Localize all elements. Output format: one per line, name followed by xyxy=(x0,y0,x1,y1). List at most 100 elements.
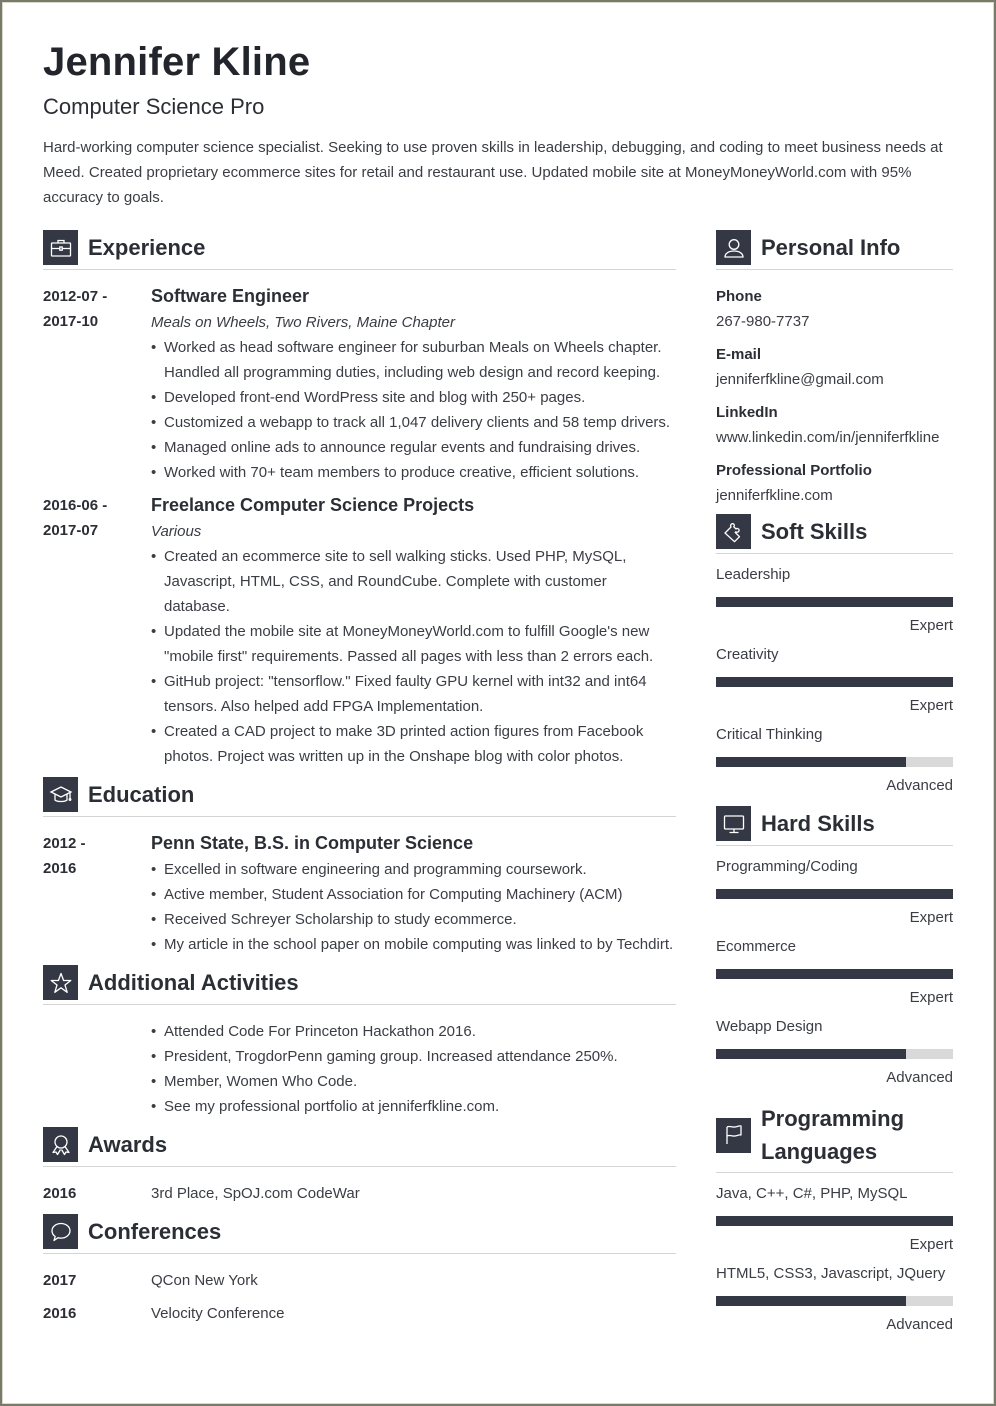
job-organization: Various xyxy=(151,523,202,540)
skill-bar xyxy=(716,969,953,979)
bullet-item: Member, Women Who Code. xyxy=(151,1069,676,1094)
date-start: 2012 - xyxy=(43,835,86,852)
flag-icon xyxy=(716,1117,751,1153)
info-label: LinkedIn xyxy=(716,404,778,421)
awards-header: Awards xyxy=(43,1127,676,1167)
puzzle-icon xyxy=(716,514,751,549)
experience-section: Experience 2012-07 - 2017-10 Software En… xyxy=(43,230,676,769)
info-label: E-mail xyxy=(716,346,762,363)
skill-item: Creativity Expert xyxy=(716,642,953,718)
skill-bar-fill xyxy=(716,969,953,979)
skill-bar xyxy=(716,1216,953,1226)
skill-level: Expert xyxy=(909,989,953,1006)
conference-name: QCon New York xyxy=(151,1272,258,1289)
personal-info-header: Personal Info xyxy=(716,230,953,270)
entry-body: Attended Code For Princeton Hackathon 20… xyxy=(151,1019,676,1119)
skill-bar-fill xyxy=(716,889,953,899)
conference-year: 2016 xyxy=(43,1305,77,1322)
date-end: 2017-07 xyxy=(43,522,99,539)
skill-name: HTML5, CSS3, Javascript, JQuery xyxy=(716,1265,946,1282)
personal-info-heading: Personal Info xyxy=(761,235,901,260)
conference-row: 2016 Velocity Conference xyxy=(43,1301,676,1326)
conferences-header: Conferences xyxy=(43,1214,676,1254)
soft-skills-section: Soft Skills Leadership Expert Creativity… xyxy=(716,514,953,798)
linkedin-value[interactable]: www.linkedin.com/in/jenniferfkline xyxy=(716,425,953,450)
email-value[interactable]: jenniferfkline@gmail.com xyxy=(716,367,953,392)
conferences-section: Conferences 2017 QCon New York 2016 Velo… xyxy=(43,1214,676,1326)
skill-name: Leadership xyxy=(716,566,791,583)
bullet-item: Created a CAD project to make 3D printed… xyxy=(151,719,676,769)
bullet-item: Developed front-end WordPress site and b… xyxy=(151,385,676,410)
education-heading: Education xyxy=(88,782,195,807)
skill-level: Expert xyxy=(909,1236,953,1253)
entry-body: Freelance Computer Science Projects Vari… xyxy=(151,493,676,769)
date-end: 2016 xyxy=(43,860,77,877)
monitor-icon xyxy=(716,806,751,841)
skill-item: HTML5, CSS3, Javascript, JQuery Advanced xyxy=(716,1261,953,1337)
skill-bar xyxy=(716,1049,953,1059)
activities-section: Additional Activities Attended Code For … xyxy=(43,965,676,1119)
awards-section: Awards 2016 3rd Place, SpOJ.com CodeWar xyxy=(43,1127,676,1206)
education-entry: 2012 - 2016 Penn State, B.S. in Computer… xyxy=(43,831,676,957)
bullet-item: Customized a webapp to track all 1,047 d… xyxy=(151,410,676,435)
job-bullets: Worked as head software engineer for sub… xyxy=(151,335,676,485)
phone-value[interactable]: 267-980-7737 xyxy=(716,309,953,334)
skill-bar-fill xyxy=(716,1216,953,1226)
activities-entry: Attended Code For Princeton Hackathon 20… xyxy=(43,1019,676,1119)
skill-bar xyxy=(716,1296,953,1306)
conference-year: 2017 xyxy=(43,1272,77,1289)
portfolio-value[interactable]: jenniferfkline.com xyxy=(716,483,953,508)
hard-skills-section: Hard Skills Programming/Coding Expert Ec… xyxy=(716,806,953,1090)
degree-title: Penn State, B.S. in Computer Science xyxy=(151,833,474,853)
skill-bar xyxy=(716,677,953,687)
heading-line: Languages xyxy=(761,1139,878,1164)
skill-item: Ecommerce Expert xyxy=(716,934,953,1010)
skill-bar-fill xyxy=(716,757,906,767)
programming-languages-header: Programming Languages xyxy=(716,1102,953,1173)
skill-bar-fill xyxy=(716,1296,906,1306)
bullet-item: Updated the mobile site at MoneyMoneyWor… xyxy=(151,619,676,669)
skill-bar xyxy=(716,889,953,899)
skill-level: Expert xyxy=(909,617,953,634)
main-column: Experience 2012-07 - 2017-10 Software En… xyxy=(43,230,676,1334)
bullet-item: Active member, Student Association for C… xyxy=(151,882,676,907)
info-label: Professional Portfolio xyxy=(716,462,872,479)
award-row: 2016 3rd Place, SpOJ.com CodeWar xyxy=(43,1181,676,1206)
bullet-item: Received Schreyer Scholarship to study e… xyxy=(151,907,676,932)
skill-item: Leadership Expert xyxy=(716,562,953,638)
bullet-item: See my professional portfolio at jennife… xyxy=(151,1094,676,1119)
soft-skills-header: Soft Skills xyxy=(716,514,953,554)
bullet-item: Worked as head software engineer for sub… xyxy=(151,335,676,385)
bullet-item: Managed online ads to announce regular e… xyxy=(151,435,676,460)
briefcase-icon xyxy=(43,230,78,265)
bullet-item: President, TrogdorPenn gaming group. Inc… xyxy=(151,1044,676,1069)
job-organization: Meals on Wheels, Two Rivers, Maine Chapt… xyxy=(151,314,455,331)
skill-bar-fill xyxy=(716,597,953,607)
hard-skills-heading: Hard Skills xyxy=(761,811,875,836)
date-start: 2012-07 - xyxy=(43,288,108,305)
candidate-name: Jennifer Kline xyxy=(43,40,311,84)
personal-info-section: Personal Info Phone 267-980-7737 E-mail … xyxy=(716,230,953,508)
skill-name: Critical Thinking xyxy=(716,726,823,743)
skill-item: Critical Thinking Advanced xyxy=(716,722,953,798)
heading-line: Programming xyxy=(761,1106,905,1131)
conference-name: Velocity Conference xyxy=(151,1305,285,1322)
info-label: Phone xyxy=(716,288,762,305)
skill-level: Advanced xyxy=(886,777,953,794)
skill-level: Advanced xyxy=(886,1069,953,1086)
date-start: 2016-06 - xyxy=(43,497,108,514)
soft-skills-heading: Soft Skills xyxy=(761,519,868,544)
skill-bar xyxy=(716,757,953,767)
experience-entry: 2012-07 - 2017-10 Software Engineer Meal… xyxy=(43,284,676,485)
skill-bar xyxy=(716,597,953,607)
info-email: E-mail jenniferfkline@gmail.com xyxy=(716,342,953,392)
hard-skills-header: Hard Skills xyxy=(716,806,953,846)
award-year: 2016 xyxy=(43,1185,77,1202)
award-ribbon-icon xyxy=(43,1127,78,1162)
entry-body: Penn State, B.S. in Computer Science Exc… xyxy=(151,831,676,957)
skill-item: Java, C++, C#, PHP, MySQL Expert xyxy=(716,1181,953,1257)
bullet-item: Worked with 70+ team members to produce … xyxy=(151,460,676,485)
skill-level: Advanced xyxy=(886,1316,953,1333)
experience-entry: 2016-06 - 2017-07 Freelance Computer Sci… xyxy=(43,493,676,769)
education-header: Education xyxy=(43,777,676,817)
